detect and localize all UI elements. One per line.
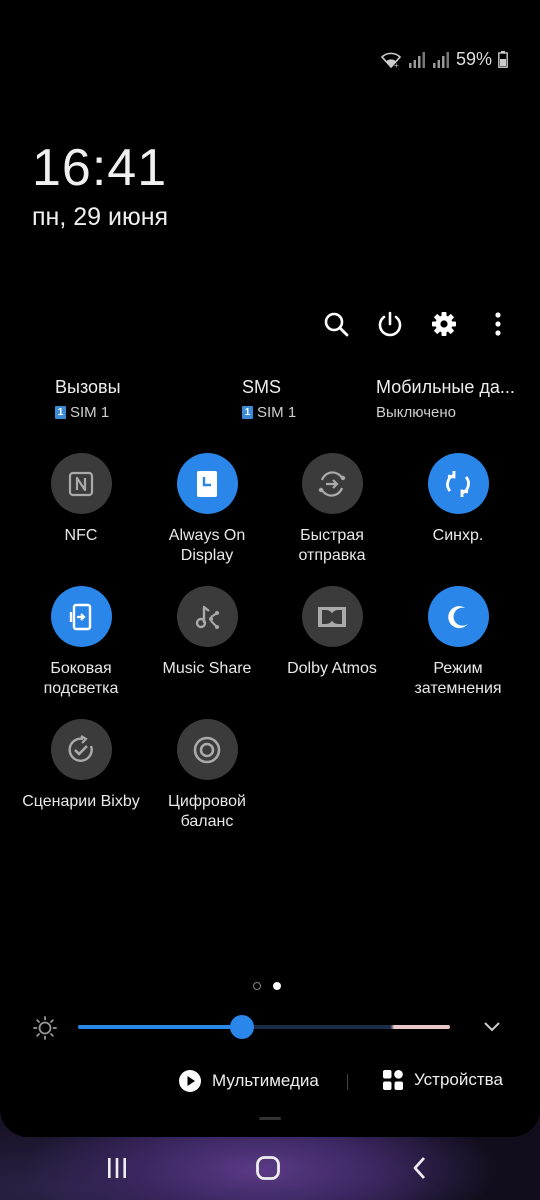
signal-2-icon: [432, 51, 450, 69]
sim-sms-sub: SIM 1: [257, 404, 297, 421]
gear-icon: [432, 312, 456, 336]
wifi-icon: +: [380, 51, 402, 69]
sim-mobile-data-title: Мобильные да...: [376, 377, 515, 397]
svg-text:+: +: [394, 61, 399, 69]
home-icon: [256, 1156, 280, 1180]
edge-lighting-icon: [50, 586, 112, 647]
recents-icon: [108, 1158, 126, 1178]
tile-nfc[interactable]: NFC: [16, 453, 146, 546]
tile-label: Синхр.: [432, 527, 484, 544]
chevron-down-icon: [484, 1022, 500, 1032]
tile-label: Dolby Atmos: [287, 660, 377, 677]
brightness-thumb[interactable]: [229, 1015, 254, 1039]
nfc-icon: [50, 453, 112, 514]
tile-label: Сценарии Bixby: [22, 793, 140, 810]
devices-button[interactable]: Устройства: [382, 1069, 503, 1091]
media-button[interactable]: Мультимедиа: [178, 1069, 319, 1093]
search-button[interactable]: [318, 306, 354, 342]
moon-icon: [427, 586, 489, 647]
tile-bixby-routines[interactable]: Сценарии Bixby: [16, 719, 146, 812]
tile-always-on-display[interactable]: Always On Display: [142, 453, 272, 566]
clock-date: пн, 29 июня: [32, 203, 169, 231]
tile-digital-wellbeing[interactable]: Цифровой баланс: [142, 719, 272, 832]
status-bar: + 59%: [380, 49, 508, 70]
panel-handle[interactable]: [259, 1117, 281, 1120]
sim-sms-title: SMS: [242, 377, 282, 397]
tile-music-share[interactable]: Music Share: [142, 586, 272, 679]
more-vertical-icon: [495, 312, 501, 336]
tile-sync[interactable]: Синхр.: [393, 453, 523, 546]
bixby-routines-icon: [50, 719, 112, 780]
tile-label: Боковая подсветка: [43, 660, 119, 697]
power-icon: [378, 311, 402, 337]
page-dot[interactable]: [253, 982, 261, 990]
tile-label: Цифровой баланс: [168, 793, 246, 830]
back-icon: [413, 1157, 426, 1179]
sim-row: Вызовы 1 SIM 1 SMS 1 SIM 1 Мобильные да...…: [0, 377, 540, 427]
brightness-slider[interactable]: [78, 1015, 450, 1039]
home-button[interactable]: [248, 1148, 288, 1188]
settings-button[interactable]: [426, 306, 462, 342]
battery-percent: 59%: [455, 49, 492, 69]
recents-button[interactable]: [97, 1148, 137, 1188]
sim-calls[interactable]: Вызовы 1 SIM 1: [55, 377, 121, 421]
brightness-track: [78, 1025, 450, 1029]
sim-calls-sub: SIM 1: [70, 404, 110, 421]
clock-screen-icon: [176, 453, 238, 514]
expand-brightness-button[interactable]: [482, 1016, 502, 1041]
bottom-buttons: Мультимедиа Устройства: [0, 1069, 540, 1097]
tile-dark-mode[interactable]: Режим затемнения: [393, 586, 523, 699]
tile-label: Always On Display: [168, 527, 246, 564]
sim-calls-title: Вызовы: [55, 377, 121, 397]
sim-mobile-data-sub: Выключено: [376, 404, 456, 421]
tile-label: Music Share: [162, 660, 252, 677]
devices-grid-icon: [383, 1070, 403, 1090]
more-button[interactable]: [480, 306, 516, 342]
page-dot-active[interactable]: [273, 982, 281, 990]
dolby-icon: [301, 586, 363, 647]
sim-badge-icon: 1: [55, 406, 66, 419]
search-icon: [324, 312, 349, 337]
tile-label: NFC: [64, 527, 98, 544]
quick-panel: + 59% 16:41 пн, 29 июня Вызовы 1 SIM 1 S…: [0, 0, 540, 1137]
tile-label: Быстрая отправка: [298, 527, 366, 564]
sync-icon: [427, 453, 489, 514]
tile-dolby-atmos[interactable]: Dolby Atmos: [267, 586, 397, 679]
sim-badge-icon: 1: [242, 406, 253, 419]
divider: [347, 1074, 348, 1090]
media-label: Мультимедиа: [212, 1071, 319, 1090]
page-indicator: [253, 982, 281, 990]
quick-share-icon: [301, 453, 363, 514]
tile-label: Режим затемнения: [414, 660, 502, 697]
devices-label: Устройства: [414, 1070, 503, 1089]
sim-mobile-data[interactable]: Мобильные да... Выключено: [376, 377, 515, 421]
clock-time: 16:41: [32, 139, 168, 197]
back-button[interactable]: [400, 1148, 440, 1188]
power-button[interactable]: [372, 306, 408, 342]
brightness-icon: [32, 1015, 58, 1046]
digital-wellbeing-icon: [176, 719, 238, 780]
tile-edge-lighting[interactable]: Боковая подсветка: [16, 586, 146, 699]
tile-quick-share[interactable]: Быстрая отправка: [267, 453, 397, 566]
play-icon: [179, 1070, 201, 1092]
panel-actions: [318, 306, 516, 342]
battery-icon: [498, 51, 508, 68]
sim-sms[interactable]: SMS 1 SIM 1: [242, 377, 296, 421]
signal-1-icon: [408, 51, 426, 69]
navigation-bar: [0, 1148, 540, 1188]
music-share-icon: [176, 586, 238, 647]
